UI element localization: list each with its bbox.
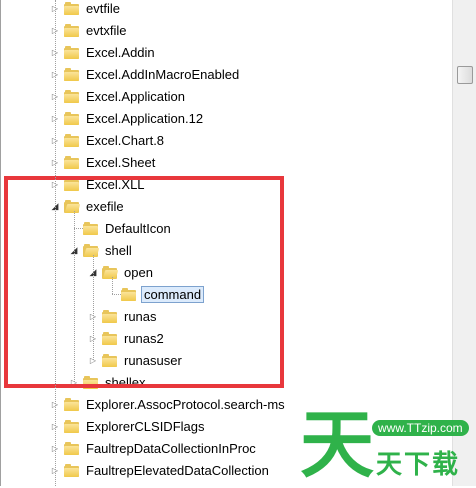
tree-item[interactable]: ▷ FaultrepDataCollectionInProc [50,437,258,459]
tree-item[interactable]: ▷ Excel.AddInMacroEnabled [50,63,241,85]
tree-item-label: Excel.Application [86,88,185,104]
folder-icon [64,133,79,147]
folder-icon [64,155,79,169]
tree-item-label: Excel.Application.12 [86,110,204,126]
tree-item-label: Excel.Sheet [86,154,156,170]
tree-item[interactable]: ▷ evtfile [50,0,122,19]
folder-icon [64,397,79,411]
folder-icon [64,441,79,455]
tree-item-label: Excel.Addin [86,44,155,60]
folder-icon [64,89,79,103]
tree-item-label: evtxfile [86,22,127,38]
tree-guide-line [74,211,75,382]
tree-item-label: FaultrepElevatedDataCollection [86,462,269,478]
tree-guide-line [112,294,121,295]
tree-item-label: ExplorerCLSIDFlags [86,418,205,434]
tree-item[interactable]: ▷ Excel.Sheet [50,151,157,173]
scrollbar-thumb[interactable] [457,66,473,84]
tree-item-label: FaultrepDataCollectionInProc [86,440,256,456]
tree-item-label: Excel.Chart.8 [86,132,165,148]
tree-item[interactable]: ▷ Excel.Addin [50,41,157,63]
folder-icon [64,419,79,433]
tree-item[interactable]: ▷ Excel.Chart.8 [50,129,166,151]
watermark-logo: 天 www.TTzip.com 天下载 [300,406,476,486]
tree-guide-line [74,228,83,229]
tree-guide-line [93,255,94,360]
folder-icon [64,463,79,477]
tree-item[interactable]: ▷ evtxfile [50,19,128,41]
folder-icon [64,1,79,15]
folder-icon [64,111,79,125]
tree-item[interactable]: ▷ ExplorerCLSIDFlags [50,415,207,437]
tree-guide-line [55,0,56,486]
folder-icon [64,67,79,81]
tree-item-label: Explorer.AssocProtocol.search-ms [86,396,285,412]
folder-icon [64,45,79,59]
tree-left-border [0,0,1,486]
watermark-text: 天下载 [376,450,461,480]
folder-icon [64,23,79,37]
tree-item-label: Excel.AddInMacroEnabled [86,66,240,82]
tree-item[interactable]: ▷ FaultrepElevatedDataCollection [50,459,271,481]
tree-item[interactable]: ▷ Excel.Application [50,85,187,107]
highlight-box [4,176,284,388]
watermark-glyph: 天 [300,402,374,488]
tree-item[interactable]: ▷ Excel.Application.12 [50,107,205,129]
tree-item[interactable]: ▷ Explorer.AssocProtocol.search-ms [50,393,287,415]
tree-guide-line [112,277,113,294]
watermark-url: www.TTzip.com [372,420,469,436]
tree-item-label: evtfile [86,0,120,16]
